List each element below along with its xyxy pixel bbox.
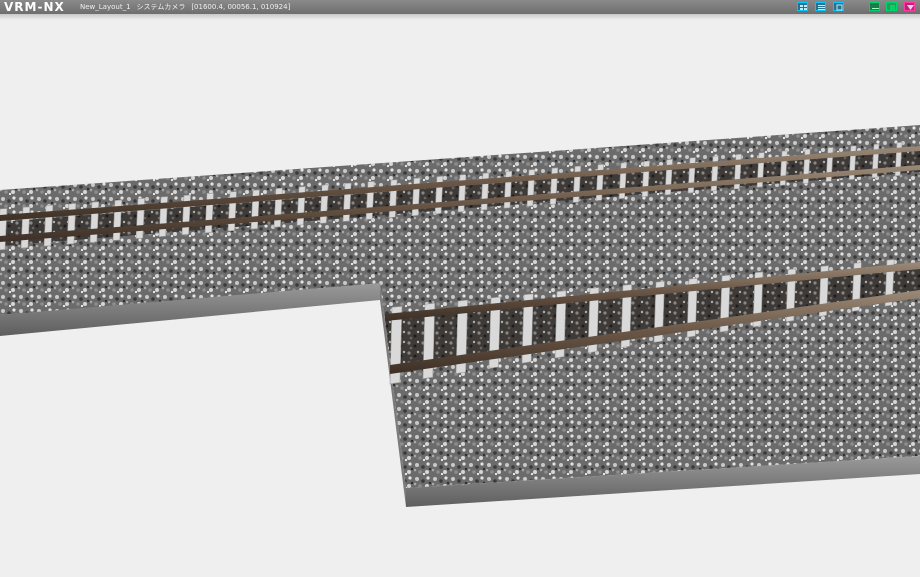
3d-viewport[interactable] [0,14,920,573]
app-logo: VRM-NX [4,0,65,14]
window-icon [836,4,843,11]
close-icon [907,5,914,10]
minimize-button[interactable] [869,2,880,11]
list-icon [818,5,825,10]
grid-icon [800,5,807,10]
camera-coordinates: [01600.4, 00056.1, 010924] [191,3,291,11]
layout-name: New_Layout_1 [80,3,131,11]
close-button[interactable] [904,2,915,11]
minimize-icon [872,8,879,9]
view-grid-button[interactable] [797,2,808,11]
window-title: New_Layout_1 システムカメラ [01600.4, 00056.1, 01… [80,0,296,14]
view-list-button[interactable] [815,2,826,11]
title-bar: VRM-NX New_Layout_1 システムカメラ [01600.4, 0005… [0,0,920,14]
maximize-button[interactable] [886,2,897,11]
camera-mode: システムカメラ [136,3,186,11]
view-window-button[interactable] [833,2,844,11]
track-layout-scene [0,125,920,507]
maximize-icon [890,5,895,10]
